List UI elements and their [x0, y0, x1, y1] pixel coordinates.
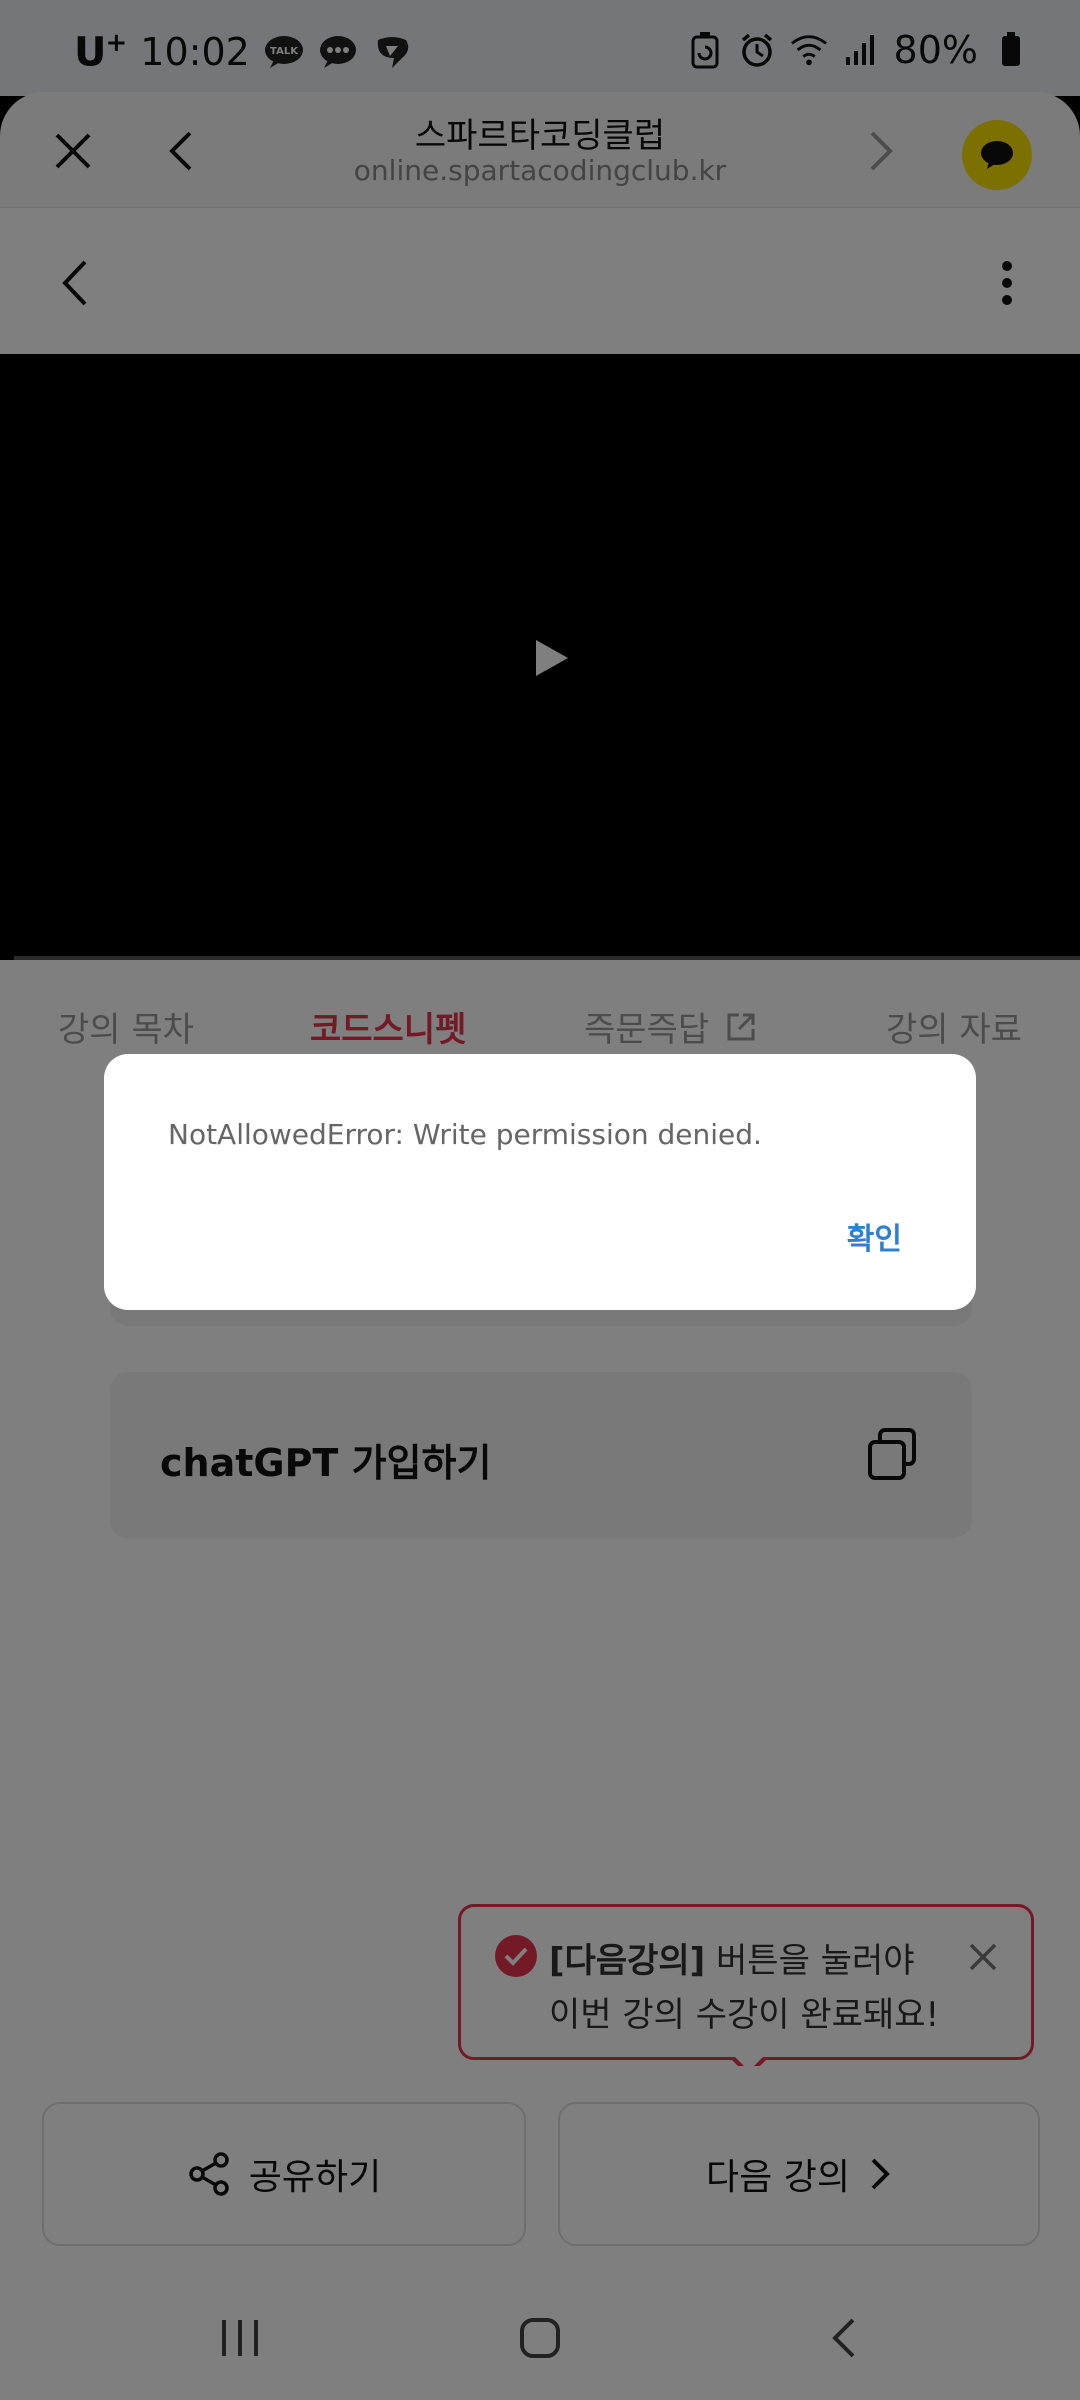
error-message: NotAllowedError: Write permission denied…: [168, 1118, 762, 1151]
error-dialog: NotAllowedError: Write permission denied…: [104, 1054, 976, 1310]
confirm-button[interactable]: 확인: [847, 1214, 902, 1258]
